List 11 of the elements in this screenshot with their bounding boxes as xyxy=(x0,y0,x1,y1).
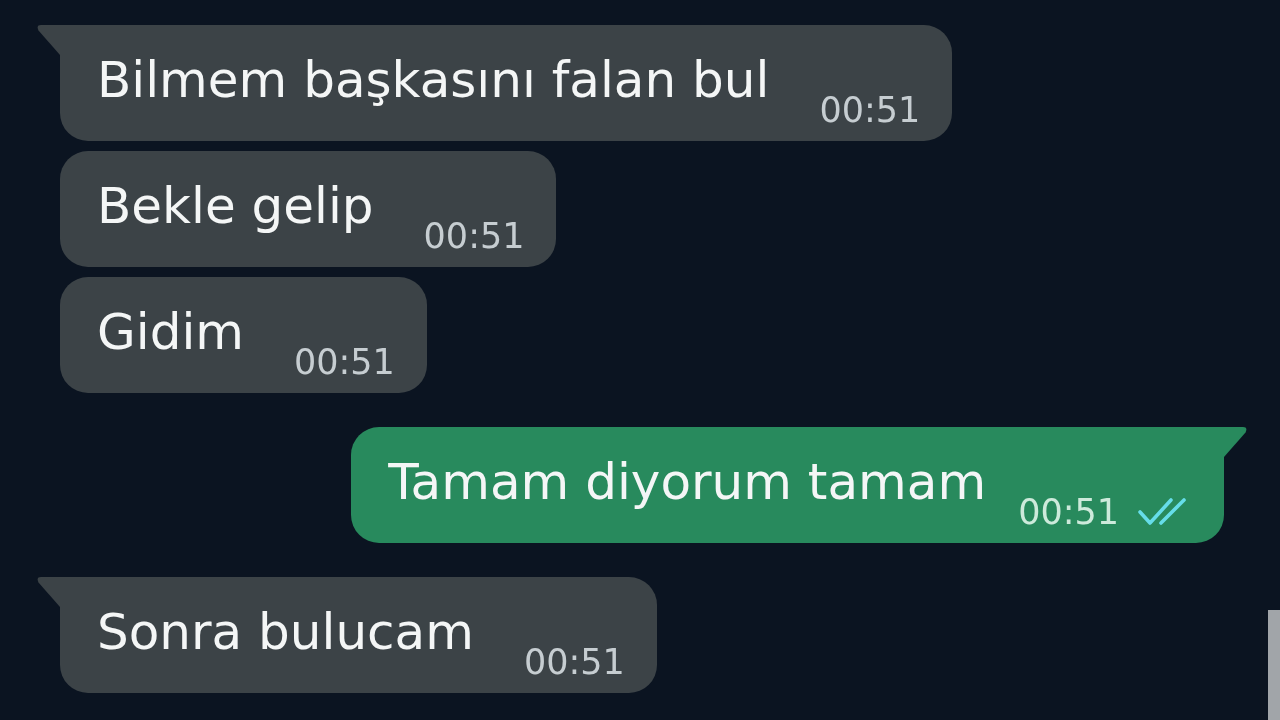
message-text: Tamam diyorum tamam xyxy=(388,452,987,512)
message-time: 00:51 xyxy=(1018,492,1119,532)
scrollbar-thumb[interactable] xyxy=(1268,610,1280,720)
message-time: 00:51 xyxy=(523,642,625,682)
message-text: Gidim xyxy=(97,302,244,362)
message-text: Bilmem başkasını falan bul xyxy=(97,50,770,110)
message-text: Bekle gelip xyxy=(97,176,374,236)
message-time: 00:51 xyxy=(819,90,921,130)
message-time: 00:51 xyxy=(294,342,395,382)
message-text: Sonra bulucam xyxy=(97,602,474,662)
message-time: 00:51 xyxy=(423,216,525,256)
